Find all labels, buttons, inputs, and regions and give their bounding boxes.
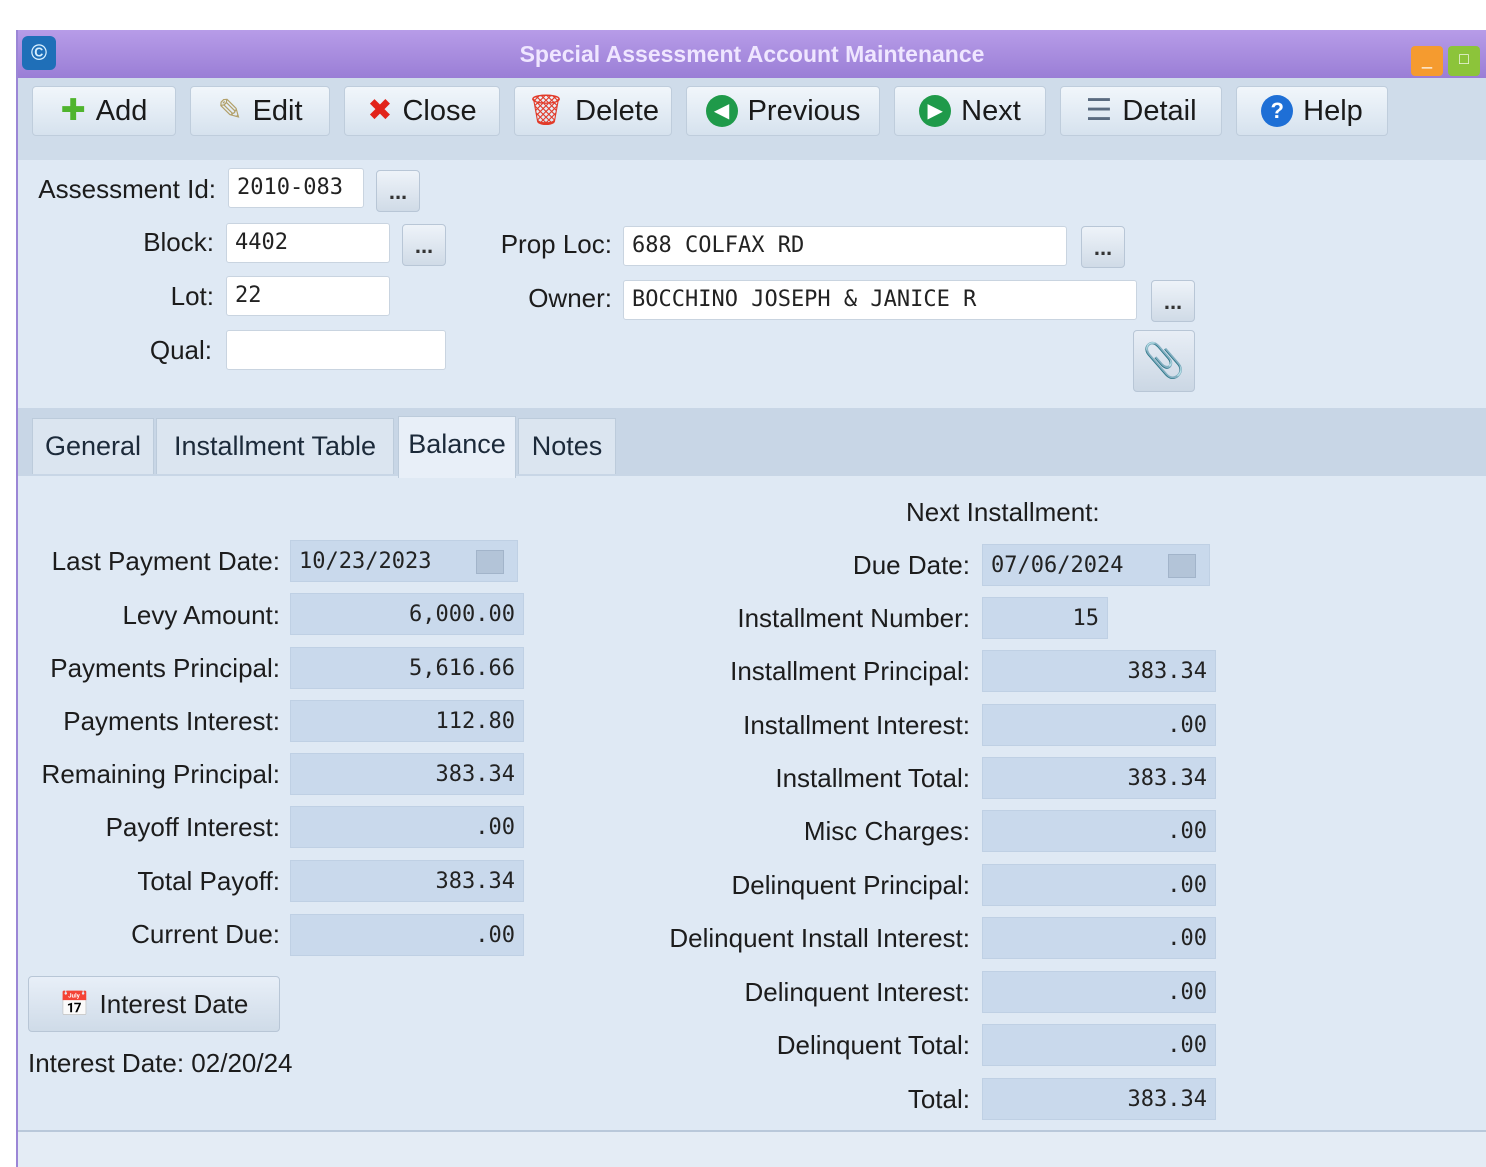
installment-number-field: 15 [982, 597, 1108, 639]
calendar-icon: 📅 [59, 990, 90, 1018]
installment-total-label: Installment Total: [775, 763, 970, 793]
total-payoff-label: Total Payoff: [137, 866, 280, 896]
list-icon: ☰ [1085, 94, 1113, 127]
misc-charges-field: .00 [982, 810, 1216, 852]
owner-field[interactable]: BOCCHINO JOSEPH & JANICE R [623, 280, 1137, 320]
delinquent-install-interest-label: Delinquent Install Interest: [669, 923, 970, 953]
interest-date-button-label: Interest Date [99, 988, 249, 1019]
tab-strip: General Installment Table Balance Notes [18, 408, 1486, 478]
prop-loc-field[interactable]: 688 COLFAX RD [623, 226, 1067, 266]
next-button[interactable]: ▶ Next [894, 86, 1046, 136]
installment-interest-label: Installment Interest: [743, 710, 970, 740]
delinquent-principal-label: Delinquent Principal: [731, 870, 970, 900]
attachment-paperclip-button[interactable]: 📎 [1133, 330, 1195, 392]
add-button[interactable]: ✚ Add [32, 86, 176, 136]
previous-button[interactable]: ◀ Previous [686, 86, 880, 136]
add-label: Add [95, 94, 148, 127]
installment-principal-label: Installment Principal: [730, 656, 970, 686]
minimize-button[interactable]: _ [1411, 46, 1443, 76]
installment-interest-field: .00 [982, 704, 1216, 746]
tab-balance[interactable]: Balance [398, 416, 516, 478]
delinquent-interest-label: Delinquent Interest: [744, 977, 970, 1007]
payments-interest-label: Payments Interest: [63, 706, 280, 736]
toolbar: ✚ Add ✎ Edit ✖ Close 🗑 Delete ◀ Previous… [18, 78, 1486, 160]
total-label: Total: [907, 1084, 970, 1114]
interest-date-text: Interest Date: 02/20/24 [28, 1048, 293, 1078]
prop-loc-label: Prop Loc: [500, 229, 612, 259]
payoff-interest-field: .00 [290, 806, 524, 848]
window-title: Special Assessment Account Maintenance [519, 41, 985, 67]
block-field[interactable]: 4402 [226, 223, 390, 263]
installment-total-field: 383.34 [982, 757, 1216, 799]
trash-icon: 🗑 [527, 94, 566, 127]
due-date-label: Due Date: [852, 550, 970, 580]
block-label: Block: [143, 227, 214, 257]
next-installment-heading: Next Installment: [906, 497, 1100, 527]
total-field: 383.34 [982, 1078, 1216, 1120]
installment-principal-field: 383.34 [982, 650, 1216, 692]
assessment-id-label: Assessment Id: [38, 174, 216, 204]
detail-label: Detail [1122, 94, 1197, 127]
title-bar: © Special Assessment Account Maintenance… [18, 30, 1486, 78]
delinquent-install-interest-field: .00 [982, 917, 1216, 959]
delinquent-total-field: .00 [982, 1024, 1216, 1066]
close-label: Close [402, 94, 477, 127]
last-payment-date-value: 10/23/2023 [299, 549, 432, 574]
edit-button[interactable]: ✎ Edit [190, 86, 330, 136]
block-browse-button[interactable]: ... [402, 224, 446, 266]
edit-label: Edit [252, 94, 303, 127]
installment-number-label: Installment Number: [737, 603, 970, 633]
next-label: Next [961, 94, 1021, 127]
tab-notes[interactable]: Notes [518, 418, 616, 474]
delinquent-total-label: Delinquent Total: [776, 1030, 970, 1060]
remaining-principal-label: Remaining Principal: [41, 759, 280, 789]
total-payoff-field: 383.34 [290, 860, 524, 902]
payoff-interest-label: Payoff Interest: [105, 812, 280, 842]
arrow-right-icon: ▶ [919, 95, 952, 127]
owner-browse-button[interactable]: ... [1151, 280, 1195, 322]
close-x-icon: ✖ [367, 94, 393, 127]
lot-label: Lot: [170, 281, 214, 311]
previous-label: Previous [747, 94, 861, 127]
misc-charges-label: Misc Charges: [803, 816, 970, 846]
assessment-id-field[interactable]: 2010-083 [228, 168, 364, 208]
account-maintenance-window: © Special Assessment Account Maintenance… [16, 30, 1486, 1167]
qual-label: Qual: [149, 335, 212, 365]
assessment-id-browse-button[interactable]: ... [376, 170, 420, 212]
maximize-button[interactable]: □ [1448, 46, 1480, 76]
qual-field[interactable] [226, 330, 446, 370]
remaining-principal-field: 383.34 [290, 753, 524, 795]
calendar-icon[interactable] [1168, 554, 1196, 578]
last-payment-date-label: Last Payment Date: [51, 546, 280, 576]
delinquent-interest-field: .00 [982, 971, 1216, 1013]
delete-label: Delete [575, 94, 659, 127]
help-label: Help [1303, 94, 1363, 127]
delinquent-principal-field: .00 [982, 864, 1216, 906]
prop-loc-browse-button[interactable]: ... [1081, 226, 1125, 268]
payments-interest-field: 112.80 [290, 700, 524, 742]
help-button[interactable]: ? Help [1236, 86, 1388, 136]
tab-installment-table[interactable]: Installment Table [156, 418, 394, 474]
interest-date-button[interactable]: 📅 Interest Date [28, 976, 280, 1032]
levy-amount-field: 6,000.00 [290, 593, 524, 635]
help-icon: ? [1261, 95, 1294, 127]
owner-label: Owner: [528, 283, 612, 313]
tab-general[interactable]: General [32, 418, 154, 474]
close-button[interactable]: ✖ Close [344, 86, 500, 136]
payments-principal-label: Payments Principal: [50, 653, 280, 683]
detail-button[interactable]: ☰ Detail [1060, 86, 1222, 136]
delete-button[interactable]: 🗑 Delete [514, 86, 672, 136]
plus-icon: ✚ [60, 94, 86, 127]
payments-principal-field: 5,616.66 [290, 647, 524, 689]
calendar-icon[interactable] [476, 550, 504, 574]
current-due-label: Current Due: [131, 919, 280, 949]
levy-amount-label: Levy Amount: [122, 600, 280, 630]
current-due-field: .00 [290, 914, 524, 956]
status-bar [18, 1130, 1486, 1167]
arrow-left-icon: ◀ [705, 95, 738, 127]
pencil-icon: ✎ [217, 94, 243, 127]
lot-field[interactable]: 22 [226, 276, 390, 316]
due-date-value: 07/06/2024 [991, 553, 1124, 578]
